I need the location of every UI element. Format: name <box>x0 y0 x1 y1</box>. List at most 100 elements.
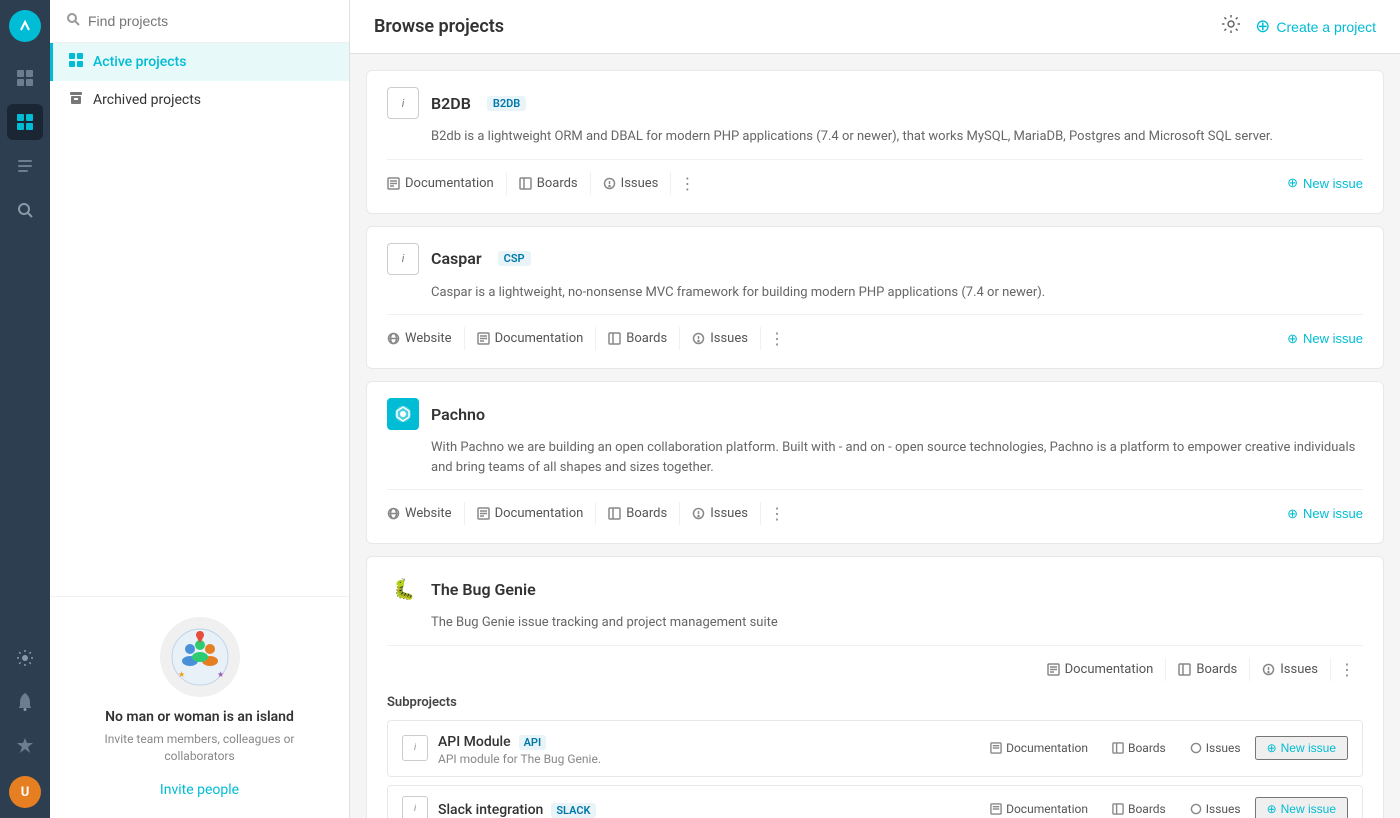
top-header: Browse projects ⊕ Create a project <box>350 0 1400 54</box>
subproject-info-api: API Module API API module for The Bug Ge… <box>438 731 980 766</box>
pachno-documentation-link[interactable]: Documentation <box>465 502 597 525</box>
slack-new-issue-icon: ⊕ <box>1267 802 1277 816</box>
subprojects-title: Subprojects <box>387 695 1363 710</box>
subproject-badge-slack: SLACK <box>551 803 595 818</box>
search-icon <box>66 12 80 30</box>
pachno-website-link[interactable]: Website <box>387 502 465 525</box>
slack-boards-link[interactable]: Boards <box>1102 799 1176 818</box>
project-actions-b2db: Documentation Boards Issues ⋮ ⊕ New issu… <box>387 159 1363 197</box>
b2db-more-button[interactable]: ⋮ <box>671 170 703 197</box>
documentation-icon4 <box>1047 663 1060 676</box>
archived-projects-icon <box>69 91 83 109</box>
create-project-plus-icon: ⊕ <box>1255 16 1270 37</box>
project-actions-pachno: Website Documentation Boards Issues ⋮ <box>387 489 1363 527</box>
invite-illustration: ★ ★ <box>160 617 240 697</box>
project-name-caspar: Caspar <box>431 249 482 268</box>
api-new-issue-button[interactable]: ⊕ New issue <box>1255 736 1348 760</box>
project-header-pachno: Pachno <box>387 398 1363 430</box>
sidebar-dark: U <box>0 0 50 818</box>
subproject-icon-api: i <box>402 735 428 761</box>
caspar-documentation-link[interactable]: Documentation <box>465 327 597 350</box>
nav-notifications[interactable] <box>7 684 43 720</box>
subproject-icon-slack: i <box>402 796 428 818</box>
invite-description: Invite team members, colleagues or colla… <box>70 731 329 765</box>
issues-icon-slack <box>1190 803 1202 815</box>
pachno-more-button[interactable]: ⋮ <box>761 500 793 527</box>
user-avatar[interactable]: U <box>9 776 41 808</box>
project-card-bug-genie: 🐛 The Bug Genie The Bug Genie issue trac… <box>366 556 1384 818</box>
b2db-documentation-link[interactable]: Documentation <box>387 172 507 195</box>
b2db-boards-link[interactable]: Boards <box>507 172 591 195</box>
nav-settings[interactable] <box>7 640 43 676</box>
main-content: Browse projects ⊕ Create a project i B2D… <box>350 0 1400 818</box>
subproject-api-module: i API Module API API module for The Bug … <box>387 720 1363 777</box>
project-desc-b2db: B2db is a lightweight ORM and DBAL for m… <box>387 127 1363 147</box>
create-project-label: Create a project <box>1276 19 1376 35</box>
caspar-boards-link[interactable]: Boards <box>596 327 680 350</box>
nav-dashboard[interactable] <box>7 60 43 96</box>
issues-icon <box>603 177 616 190</box>
svg-text:★: ★ <box>217 670 224 679</box>
subproject-name-slack: Slack integration <box>438 802 543 818</box>
app-logo[interactable] <box>9 10 41 42</box>
subproject-actions-api: Documentation Boards Issues ⊕ New is <box>980 736 1348 760</box>
svg-text:★: ★ <box>178 670 185 679</box>
caspar-more-button[interactable]: ⋮ <box>761 325 793 352</box>
slack-issues-link[interactable]: Issues <box>1180 799 1251 818</box>
api-boards-link[interactable]: Boards <box>1102 738 1176 758</box>
bug-genie-issues-link[interactable]: Issues <box>1250 658 1331 681</box>
caspar-issues-link[interactable]: Issues <box>680 327 761 350</box>
b2db-new-issue-button[interactable]: ⊕ New issue <box>1287 175 1363 191</box>
bug-genie-more-button[interactable]: ⋮ <box>1331 656 1363 683</box>
api-new-issue-icon: ⊕ <box>1267 741 1277 755</box>
issues-icon4 <box>1262 663 1275 676</box>
boards-icon3 <box>608 507 621 520</box>
project-icon-b2db: i <box>387 87 419 119</box>
nav-search[interactable] <box>7 192 43 228</box>
project-card-caspar: i Caspar CSP Caspar is a lightweight, no… <box>366 226 1384 370</box>
search-box <box>50 0 349 43</box>
documentation-icon3 <box>477 507 490 520</box>
caspar-website-link[interactable]: Website <box>387 327 465 350</box>
page-title: Browse projects <box>374 16 504 37</box>
pachno-boards-link[interactable]: Boards <box>596 502 680 525</box>
issues-icon2 <box>692 332 705 345</box>
project-card-pachno: Pachno With Pachno we are building an op… <box>366 381 1384 544</box>
project-desc-caspar: Caspar is a lightweight, no-nonsense MVC… <box>387 283 1363 303</box>
invite-link[interactable]: Invite people <box>160 782 239 798</box>
pachno-new-issue-button[interactable]: ⊕ New issue <box>1287 506 1363 522</box>
pachno-new-issue-icon: ⊕ <box>1287 506 1298 522</box>
project-icon-caspar: i <box>387 243 419 275</box>
b2db-issues-link[interactable]: Issues <box>591 172 672 195</box>
caspar-new-issue-button[interactable]: ⊕ New issue <box>1287 331 1363 347</box>
project-actions-bug-genie: Documentation Boards Issues ⋮ <box>387 645 1363 683</box>
settings-icon[interactable] <box>1221 14 1241 39</box>
project-actions-caspar: Website Documentation Boards Issues ⋮ <box>387 314 1363 352</box>
bug-genie-documentation-link[interactable]: Documentation <box>1035 658 1167 681</box>
slack-documentation-link[interactable]: Documentation <box>980 799 1098 818</box>
subproject-badge-api: API <box>519 735 547 750</box>
boards-icon-slack <box>1112 803 1124 815</box>
sidebar-item-active-projects[interactable]: Active projects <box>50 43 349 81</box>
pachno-issues-link[interactable]: Issues <box>680 502 761 525</box>
create-project-button[interactable]: ⊕ Create a project <box>1255 16 1376 37</box>
search-input[interactable] <box>88 13 333 29</box>
project-badge-caspar: CSP <box>498 251 531 266</box>
website-icon3 <box>387 507 400 520</box>
bug-genie-boards-link[interactable]: Boards <box>1166 658 1250 681</box>
api-documentation-link[interactable]: Documentation <box>980 738 1098 758</box>
nav-karma[interactable] <box>7 728 43 764</box>
archived-projects-label: Archived projects <box>93 92 201 108</box>
subproject-desc-api: API module for The Bug Genie. <box>438 752 980 766</box>
doc-icon-api <box>990 742 1002 754</box>
project-card-b2db: i B2DB B2DB B2db is a lightweight ORM an… <box>366 70 1384 214</box>
nav-issues[interactable] <box>7 148 43 184</box>
slack-new-issue-button[interactable]: ⊕ New issue <box>1255 797 1348 818</box>
nav-projects[interactable] <box>7 104 43 140</box>
sidebar-item-archived-projects[interactable]: Archived projects <box>50 81 349 119</box>
api-issues-link[interactable]: Issues <box>1180 738 1251 758</box>
boards-icon2 <box>608 332 621 345</box>
b2db-new-issue-icon: ⊕ <box>1287 175 1298 191</box>
project-icon-bug-genie: 🐛 <box>387 573 419 605</box>
documentation-icon2 <box>477 332 490 345</box>
